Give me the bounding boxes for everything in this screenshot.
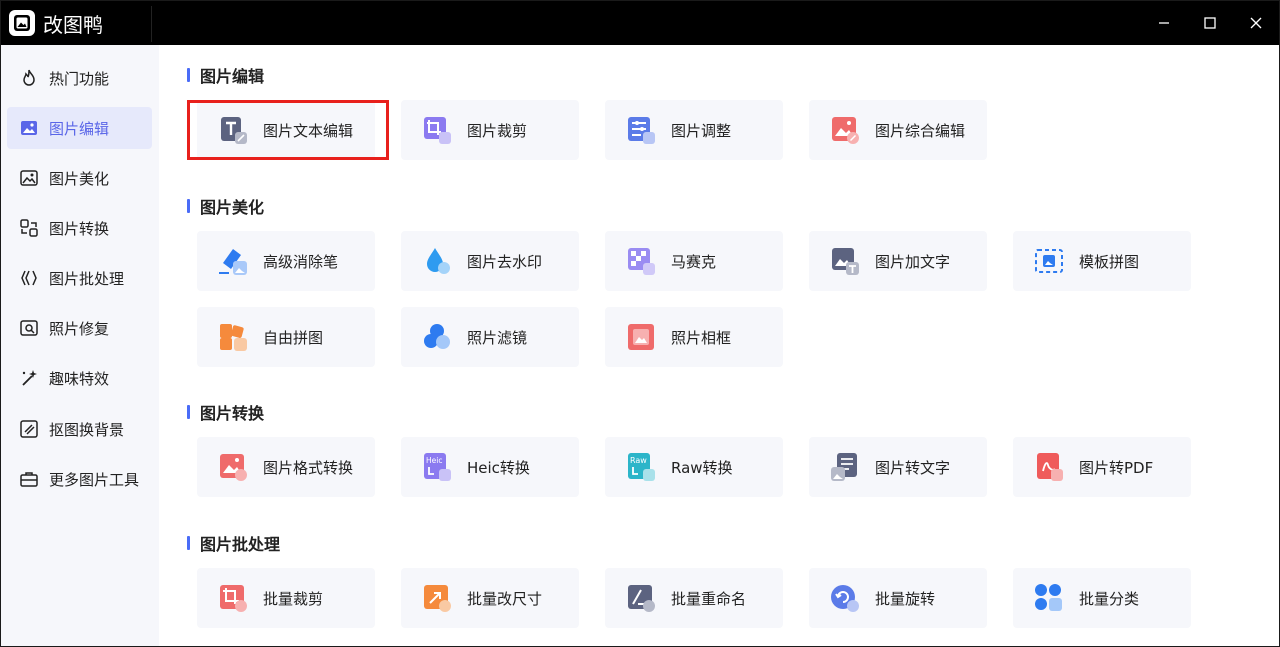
tool-photo-frame[interactable]: 照片相框 — [605, 307, 783, 367]
sidebar-item-effects[interactable]: 趣味特效 — [7, 357, 152, 399]
sidebar-item-cutout[interactable]: 抠图换背景 — [7, 408, 152, 450]
sidebar-item-batch[interactable]: 图片批处理 — [7, 257, 152, 299]
sidebar-item-beautify[interactable]: 图片美化 — [7, 157, 152, 199]
template-collage-icon — [1033, 245, 1065, 277]
section-title-convert: 图片转换 — [187, 400, 264, 424]
tool-batch-rotate[interactable]: 批量旋转 — [809, 568, 987, 628]
sidebar-item-more-tools[interactable]: 更多图片工具 — [7, 458, 152, 500]
image-beautify-icon — [18, 167, 40, 189]
tool-image-text-edit[interactable]: 图片文本编辑 — [197, 100, 375, 160]
tool-comprehensive-edit[interactable]: 图片综合编辑 — [809, 100, 987, 160]
convert-icon — [18, 217, 40, 239]
comprehensive-edit-icon — [829, 114, 861, 146]
toolbox-icon — [18, 468, 40, 490]
app-window: 改图鸭 热门功能 图片编辑 图片美化 图片转换 图片批处理 照片修复 趣味特效 … — [0, 0, 1280, 647]
watermark-remove-icon — [421, 245, 453, 277]
minimize-button[interactable] — [1141, 1, 1187, 45]
sidebar-item-label: 趣味特效 — [49, 369, 110, 388]
format-convert-icon — [217, 451, 249, 483]
tool-raw-convert[interactable]: Raw Raw转换 — [605, 437, 783, 497]
sidebar-item-label: 图片编辑 — [49, 119, 110, 138]
tool-mosaic[interactable]: 马赛克 — [605, 231, 783, 291]
repair-icon — [18, 317, 40, 339]
tool-image-to-text[interactable]: 图片转文字 — [809, 437, 987, 497]
tool-image-adjust[interactable]: 图片调整 — [605, 100, 783, 160]
free-collage-icon — [217, 321, 249, 353]
section-title-image-edit: 图片编辑 — [187, 63, 264, 87]
tool-batch-rename[interactable]: 批量重命名 — [605, 568, 783, 628]
crop-icon — [421, 114, 453, 146]
tool-template-collage[interactable]: 模板拼图 — [1013, 231, 1191, 291]
sidebar-item-label: 图片批处理 — [49, 269, 125, 288]
maximize-button[interactable] — [1187, 1, 1233, 45]
image-to-text-icon — [829, 451, 861, 483]
tool-image-to-pdf[interactable]: 图片转PDF — [1013, 437, 1191, 497]
flame-icon — [18, 67, 40, 89]
minimize-icon — [1159, 22, 1169, 24]
sidebar-item-convert[interactable]: 图片转换 — [7, 207, 152, 249]
sidebar-item-label: 抠图换背景 — [49, 420, 125, 439]
sidebar: 热门功能 图片编辑 图片美化 图片转换 图片批处理 照片修复 趣味特效 抠图换背… — [1, 45, 159, 646]
batch-resize-icon — [421, 582, 453, 614]
image-edit-icon — [18, 117, 40, 139]
sidebar-item-repair[interactable]: 照片修复 — [7, 307, 152, 349]
batch-icon — [18, 267, 40, 289]
sidebar-item-label: 图片美化 — [49, 169, 110, 188]
maximize-icon — [1204, 17, 1216, 29]
section-title-batch: 图片批处理 — [187, 531, 280, 555]
tool-batch-resize[interactable]: 批量改尺寸 — [401, 568, 579, 628]
sidebar-item-image-edit[interactable]: 图片编辑 — [7, 107, 152, 149]
add-text-icon — [829, 245, 861, 277]
heic-icon: Heic — [421, 451, 453, 483]
section-title-beautify: 图片美化 — [187, 194, 264, 218]
tool-add-text[interactable]: 图片加文字 — [809, 231, 987, 291]
sidebar-item-label: 照片修复 — [49, 319, 110, 338]
close-button[interactable] — [1233, 1, 1279, 45]
batch-rename-icon — [625, 582, 657, 614]
sidebar-item-label: 更多图片工具 — [49, 470, 140, 489]
tool-image-crop[interactable]: 图片裁剪 — [401, 100, 579, 160]
section-bar — [187, 405, 190, 419]
section-bar — [187, 536, 190, 550]
app-logo-icon — [9, 10, 35, 36]
frame-icon — [625, 321, 657, 353]
batch-crop-icon — [217, 582, 249, 614]
tool-batch-crop[interactable]: 批量裁剪 — [197, 568, 375, 628]
raw-icon: Raw — [625, 451, 657, 483]
sidebar-item-hot[interactable]: 热门功能 — [7, 57, 152, 99]
filter-icon — [421, 321, 453, 353]
title-redacted-area — [151, 6, 1163, 42]
tool-photo-filter[interactable]: 照片滤镜 — [401, 307, 579, 367]
tool-advanced-eraser[interactable]: 高级消除笔 — [197, 231, 375, 291]
title-bar: 改图鸭 — [1, 1, 1279, 45]
text-edit-icon — [217, 114, 249, 146]
sidebar-item-label: 热门功能 — [49, 69, 110, 88]
tool-heic-convert[interactable]: Heic Heic转换 — [401, 437, 579, 497]
tool-free-collage[interactable]: 自由拼图 — [197, 307, 375, 367]
window-controls — [1141, 1, 1279, 45]
app-title: 改图鸭 — [43, 12, 103, 37]
adjust-icon — [625, 114, 657, 146]
section-bar — [187, 199, 190, 213]
mosaic-icon — [625, 245, 657, 277]
batch-classify-icon — [1033, 582, 1065, 614]
sidebar-item-label: 图片转换 — [49, 219, 110, 238]
section-bar — [187, 68, 190, 82]
svg-text:Heic: Heic — [426, 456, 442, 465]
magic-wand-icon — [18, 367, 40, 389]
tool-watermark-remove[interactable]: 图片去水印 — [401, 231, 579, 291]
batch-rotate-icon — [829, 582, 861, 614]
eraser-icon — [217, 245, 249, 277]
tool-batch-classify[interactable]: 批量分类 — [1013, 568, 1191, 628]
main-content: 图片编辑 图片文本编辑 图片裁剪 图片调整 图片综合编辑 图片美化 高级消除笔 … — [159, 45, 1279, 646]
close-icon — [1250, 17, 1262, 29]
tool-format-convert[interactable]: 图片格式转换 — [197, 437, 375, 497]
pdf-icon — [1033, 451, 1065, 483]
svg-text:Raw: Raw — [630, 456, 647, 465]
cutout-icon — [18, 418, 40, 440]
